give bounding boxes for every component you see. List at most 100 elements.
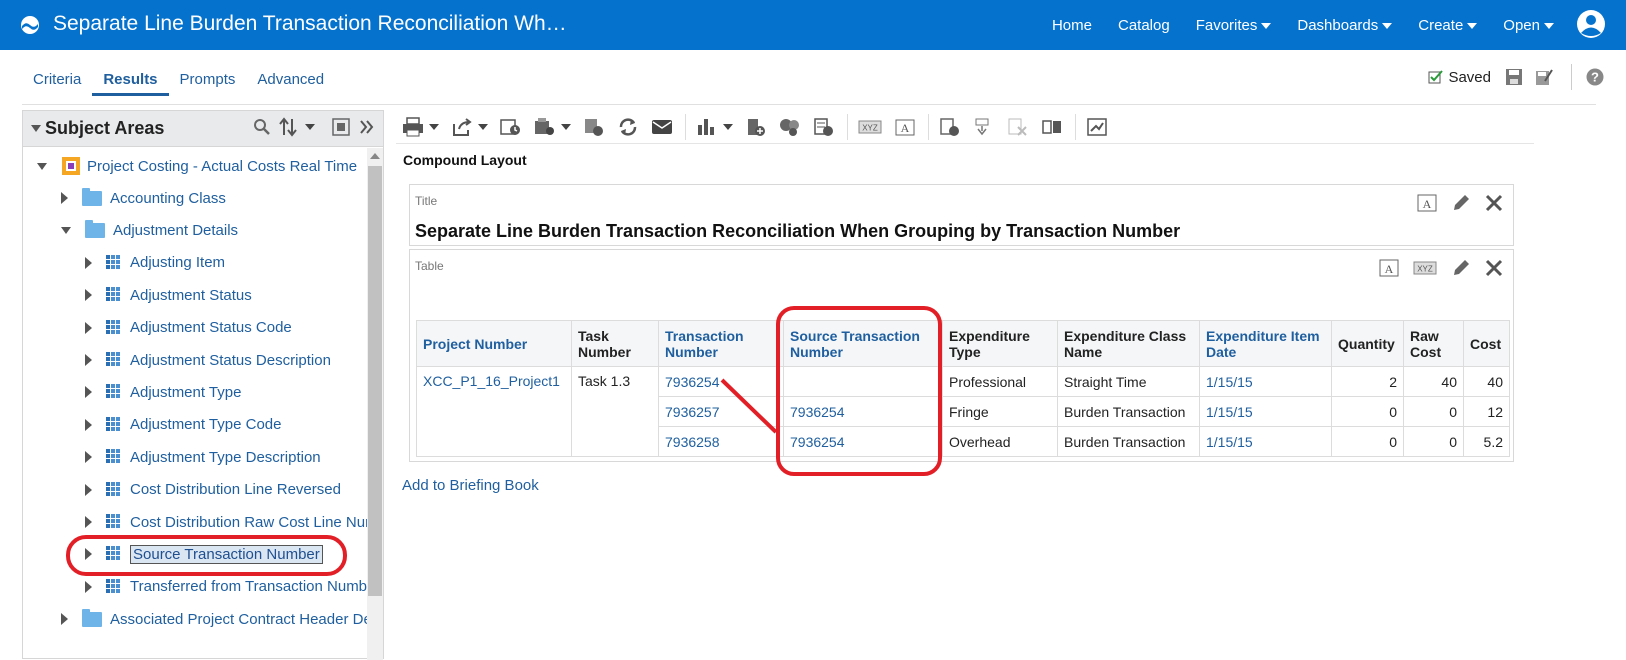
expand-icon[interactable]	[85, 321, 92, 334]
column-header[interactable]: Quantity	[1331, 320, 1404, 367]
add-selection-button[interactable]	[813, 117, 835, 137]
nav-open[interactable]: Open	[1503, 17, 1554, 34]
save-icon[interactable]	[1505, 68, 1523, 86]
close-icon[interactable]	[1485, 194, 1503, 212]
tree-root[interactable]: Project Costing - Actual Costs Real Time	[37, 151, 357, 181]
tab-prompts[interactable]: Prompts	[169, 64, 247, 96]
merge-button[interactable]	[973, 117, 995, 137]
folder-icon	[85, 219, 105, 238]
tree-item[interactable]: Accounting Class	[61, 183, 226, 213]
expenditure-type-cell: Professional	[942, 366, 1058, 397]
collapse-icon[interactable]	[37, 162, 47, 170]
add-filter-button[interactable]	[779, 117, 801, 137]
tree-item[interactable]: Adjustment Type	[85, 377, 241, 407]
title-view[interactable]: Title A Separate Line Burden Transaction…	[409, 184, 1514, 246]
expand-icon[interactable]	[61, 192, 68, 204]
tree-item[interactable]: Adjustment Details	[61, 215, 238, 245]
collapse-panel-icon[interactable]	[31, 125, 41, 132]
expand-icon[interactable]	[61, 613, 68, 626]
chart-button[interactable]	[696, 117, 733, 137]
expenditure-date-cell[interactable]: 1/15/15	[1199, 396, 1332, 427]
scrollbar-thumb[interactable]	[368, 166, 382, 596]
tree-item[interactable]: Adjustment Type Description	[85, 442, 321, 472]
tab-results[interactable]: Results	[92, 64, 169, 96]
add-subject-area-icon[interactable]	[331, 117, 351, 137]
export-button[interactable]	[451, 117, 488, 137]
tab-advanced[interactable]: Advanced	[246, 64, 335, 96]
expand-icon[interactable]	[85, 256, 92, 269]
nav-catalog[interactable]: Catalog	[1118, 17, 1170, 34]
format-container-icon[interactable]: A	[1379, 259, 1399, 277]
refresh-button[interactable]	[617, 117, 639, 137]
tree-item[interactable]: Associated Project Contract Header De	[61, 604, 367, 634]
add-column-button[interactable]	[745, 117, 767, 137]
properties-button[interactable]	[1086, 117, 1108, 137]
text-format-button[interactable]: A	[894, 117, 916, 137]
tree-item[interactable]: Adjustment Status Code	[85, 313, 292, 343]
expand-icon[interactable]	[85, 418, 92, 431]
expenditure-date-cell[interactable]: 1/15/15	[1199, 366, 1332, 397]
column-header[interactable]: Expenditure Class Name	[1057, 320, 1200, 367]
column-header[interactable]: Expenditure Item Date	[1199, 320, 1332, 367]
expand-icon[interactable]	[85, 483, 92, 496]
xyz-icon[interactable]: XYZ	[1413, 260, 1437, 276]
expenditure-date-cell[interactable]: 1/15/15	[1199, 426, 1332, 457]
tree-item[interactable]: Cost Distribution Line Reversed	[85, 475, 341, 505]
edit-pencil-icon[interactable]	[1451, 258, 1471, 278]
add-row-button[interactable]	[939, 117, 961, 137]
tree-item[interactable]: Cost Distribution Raw Cost Line Nur	[85, 507, 367, 537]
swap-button[interactable]	[1041, 117, 1063, 137]
search-icon[interactable]	[253, 118, 271, 136]
help-icon[interactable]: ?	[1586, 68, 1604, 86]
tree-item[interactable]: Adjustment Status	[85, 280, 252, 310]
expand-icon[interactable]	[85, 354, 92, 366]
tab-criteria[interactable]: Criteria	[22, 64, 92, 96]
expand-icon[interactable]	[85, 516, 92, 528]
format-container-icon[interactable]: A	[1417, 194, 1437, 212]
expand-icon[interactable]	[85, 386, 92, 399]
email-button[interactable]	[651, 117, 673, 137]
edit-view-button[interactable]	[583, 117, 605, 137]
transaction-number-cell[interactable]: 7936258	[658, 426, 784, 457]
column-header[interactable]: Raw Cost	[1403, 320, 1464, 367]
close-icon[interactable]	[1485, 259, 1503, 277]
nav-favorites[interactable]: Favorites	[1196, 17, 1272, 34]
print-button[interactable]	[402, 116, 439, 137]
tree-item[interactable]: Adjustment Status Description	[85, 345, 331, 375]
column-header[interactable]: Task Number	[571, 320, 659, 367]
subject-areas-header: Subject Areas	[23, 111, 383, 147]
nav-dashboards[interactable]: Dashboards	[1297, 17, 1393, 34]
app-logo-icon[interactable]	[20, 15, 40, 35]
scroll-up-icon[interactable]	[370, 153, 380, 159]
tree-item[interactable]: Adjusting Item	[85, 248, 225, 278]
filter-icon	[780, 118, 799, 136]
sort-icon[interactable]	[279, 117, 301, 137]
expenditure-class-cell: Burden Transaction	[1057, 426, 1200, 457]
chevron-down-icon[interactable]	[305, 124, 315, 130]
nav-home[interactable]: Home	[1052, 17, 1092, 34]
schedule-button[interactable]	[500, 117, 522, 137]
tree-scrollbar[interactable]	[367, 148, 383, 660]
user-avatar-icon[interactable]	[1576, 9, 1606, 39]
expand-panel-icon[interactable]	[359, 118, 375, 136]
project-number-cell[interactable]: XCC_P1_16_Project1	[416, 366, 572, 457]
new-view-button[interactable]	[534, 117, 571, 137]
column-header[interactable]: Expenditure Type	[942, 320, 1058, 367]
edit-pencil-icon[interactable]	[1451, 193, 1471, 213]
expand-icon[interactable]	[85, 289, 92, 302]
add-to-briefing-book-link[interactable]: Add to Briefing Book	[402, 477, 539, 494]
column-header[interactable]: Transaction Number	[658, 320, 784, 367]
save-as-icon[interactable]	[1535, 68, 1553, 86]
column-header[interactable]: Project Number	[416, 320, 572, 367]
raw-cost-cell: 0	[1403, 396, 1464, 427]
expand-icon[interactable]	[85, 580, 92, 593]
collapse-icon[interactable]	[61, 226, 71, 234]
nav-create[interactable]: Create	[1418, 17, 1478, 34]
expand-icon[interactable]	[85, 451, 92, 464]
column-header[interactable]: Cost	[1463, 320, 1510, 367]
tree-item[interactable]: Adjustment Type Code	[85, 410, 281, 440]
xyz-button[interactable]: XYZ	[858, 117, 882, 137]
nav-create-label: Create	[1418, 17, 1464, 34]
tree-item[interactable]: Transferred from Transaction Numbe	[85, 572, 367, 602]
remove-button[interactable]	[1007, 117, 1029, 137]
